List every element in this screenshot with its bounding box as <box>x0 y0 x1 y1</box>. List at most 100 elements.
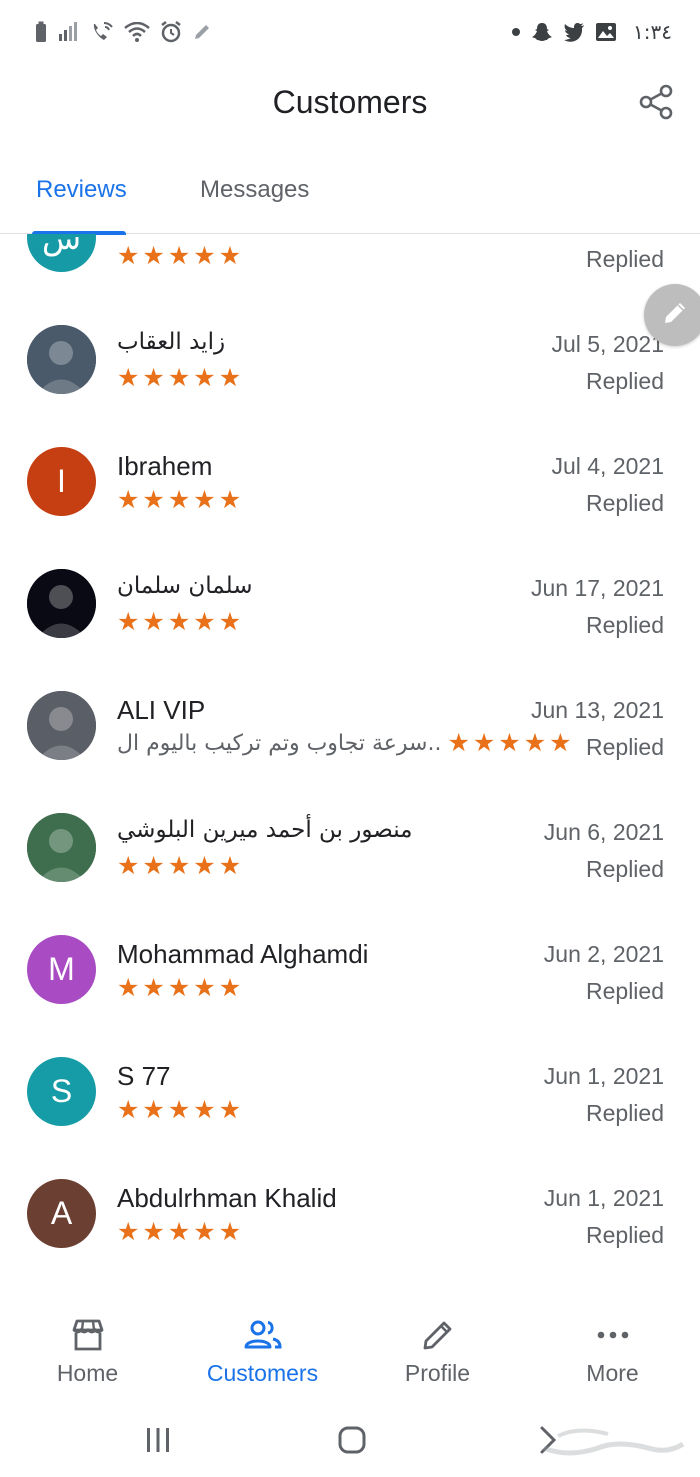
tab-reviews[interactable]: Reviews <box>36 176 127 204</box>
star-icon: ★ <box>447 728 470 757</box>
reply-status: Replied <box>586 734 664 760</box>
tab-messages[interactable]: Messages <box>200 176 309 204</box>
reviewer-name: منصور بن أحمد ميرين البلوشي <box>117 817 413 843</box>
bottom-navigation: Home Customers Profile More <box>0 1300 700 1410</box>
star-rating: ★ ★ ★ ★ ★ <box>117 487 241 513</box>
review-date: Jun 1, 2021 <box>543 1185 664 1211</box>
star-icon: ★ <box>218 363 242 392</box>
nav-more[interactable]: More <box>525 1300 700 1400</box>
star-icon: ★ <box>218 485 242 514</box>
edit-fab-button[interactable] <box>644 284 700 346</box>
star-icon: ★ <box>142 973 165 1002</box>
star-icon: ★ <box>117 241 140 270</box>
star-icon: ★ <box>167 363 191 392</box>
snapchat-icon <box>531 21 553 43</box>
review-row[interactable]: M Mohammad Alghamdi Jun 2, 2021 Replied ★ ★ ★ ★… <box>0 925 700 1047</box>
star-icon: ★ <box>167 607 191 636</box>
review-row[interactable]: ALI VIP Jun 13, 2021 Replied سرعة تجاوب وتم… <box>0 681 700 803</box>
more-dots-icon <box>596 1316 630 1354</box>
star-icon: ★ <box>167 1217 191 1246</box>
review-row[interactable]: سلمان سلمان Jun 17, 2021 Replied ★ ★ ★ ★ ★ <box>0 559 700 681</box>
review-row[interactable]: منصور بن أحمد ميرين البلوشي Jun 6, 2021 Re… <box>0 803 700 925</box>
review-date: Jun 6, 2021 <box>543 819 664 845</box>
image-icon <box>595 22 617 42</box>
star-icon: ★ <box>218 851 242 880</box>
star-rating: ★ ★ ★ ★ ★ <box>117 853 241 879</box>
star-icon: ★ <box>142 607 165 636</box>
nav-more-label: More <box>586 1360 639 1386</box>
nav-customers-label: Customers <box>206 1360 319 1386</box>
review-date: Jul 5, 2021 <box>551 331 664 357</box>
signal-icon <box>58 22 80 42</box>
avatar-letter: I <box>57 463 66 499</box>
battery-icon <box>34 21 48 43</box>
alarm-icon <box>160 21 182 43</box>
star-icon: ★ <box>218 1095 242 1124</box>
star-rating: ★ ★ ★ ★ ★ <box>117 609 241 635</box>
star-icon: ★ <box>167 973 191 1002</box>
avatar <box>27 813 96 882</box>
reply-status: Replied <box>586 368 664 394</box>
pen-icon <box>192 22 212 42</box>
star-icon: ★ <box>193 1095 216 1124</box>
nav-home-label: Home <box>56 1360 119 1386</box>
review-snippet-line: سرعة تجاوب وتم تركيب باليوم ال.. ★ ★ ★ ★ ★ <box>117 730 572 756</box>
star-icon: ★ <box>142 1217 165 1246</box>
review-row[interactable]: سسلمان العتيبيJul 14, 2021Replied★★★★★ <box>0 234 700 315</box>
star-icon: ★ <box>218 241 242 270</box>
star-icon: ★ <box>117 973 140 1002</box>
star-icon: ★ <box>549 728 572 757</box>
star-icon: ★ <box>167 1095 191 1124</box>
star-rating: ★ ★ ★ ★ ★ <box>117 1097 241 1123</box>
reply-status: Replied <box>586 978 664 1004</box>
reply-status: Replied <box>586 856 664 882</box>
twitter-icon <box>563 22 585 42</box>
reply-status: Replied <box>586 246 664 272</box>
nav-profile[interactable]: Profile <box>350 1300 525 1400</box>
star-icon: ★ <box>167 241 191 270</box>
star-rating: ★ ★ ★ ★ ★ <box>117 243 241 269</box>
star-icon: ★ <box>117 1217 140 1246</box>
store-icon <box>70 1316 106 1354</box>
review-date: Jun 2, 2021 <box>543 941 664 967</box>
review-row[interactable]: I Ibrahem Jul 4, 2021 Replied ★ ★ ★ ★ ★ <box>0 437 700 559</box>
avatar-letter: س <box>41 234 82 257</box>
avatar: M <box>27 935 96 1004</box>
star-icon: ★ <box>142 851 165 880</box>
nav-customers[interactable]: Customers <box>175 1300 350 1400</box>
review-row[interactable]: A Abdulrhman Khalid Jun 1, 2021 Replied ★ ★ ★ ★… <box>0 1169 700 1291</box>
review-snippet: سرعة تجاوب وتم تركيب باليوم ال.. <box>117 730 442 756</box>
status-bar: ١:٣٤ <box>0 0 700 64</box>
recent-apps-button[interactable] <box>140 1422 176 1462</box>
reply-status: Replied <box>586 1100 664 1126</box>
avatar-photo-icon <box>27 691 96 760</box>
system-home-button[interactable] <box>332 1422 372 1462</box>
star-icon: ★ <box>218 607 242 636</box>
page-title: Customers <box>272 84 428 120</box>
reviewer-name: Abdulrhman Khalid <box>117 1183 337 1213</box>
avatar: S <box>27 1057 96 1126</box>
review-date: Jul 4, 2021 <box>551 453 664 479</box>
star-rating: ★ ★ ★ ★ ★ <box>117 1219 241 1245</box>
review-row[interactable]: SS 77 Jun 1, 2021 Replied ★ ★ ★ ★ ★ <box>0 1047 700 1169</box>
star-icon: ★ <box>167 851 191 880</box>
pencil-icon <box>421 1316 455 1354</box>
avatar: س <box>27 234 96 272</box>
star-icon: ★ <box>142 485 165 514</box>
reviewer-name: سلمان سلمان <box>117 573 253 599</box>
star-icon: ★ <box>117 1095 140 1124</box>
nav-home[interactable]: Home <box>0 1300 175 1400</box>
reviewer-name: Ibrahem <box>117 451 213 481</box>
wifi-call-icon <box>90 21 114 43</box>
share-button[interactable] <box>634 82 678 126</box>
wifi-icon <box>124 22 150 42</box>
review-list[interactable]: سسلمان العتيبيJul 14, 2021Replied★★★★★زا… <box>0 234 700 1294</box>
status-icons-right: ١:٣٤ <box>511 20 672 44</box>
review-row[interactable]: زايد العقاب Jul 5, 2021 Replied ★ ★ ★ ★ ★ <box>0 315 700 437</box>
review-date: Jun 1, 2021 <box>543 1063 664 1089</box>
reviewer-name: Mohammad Alghamdi <box>117 939 369 969</box>
star-icon: ★ <box>193 363 216 392</box>
avatar-letter: M <box>48 951 75 987</box>
avatar <box>27 569 96 638</box>
app-bar: Customers <box>0 64 700 144</box>
